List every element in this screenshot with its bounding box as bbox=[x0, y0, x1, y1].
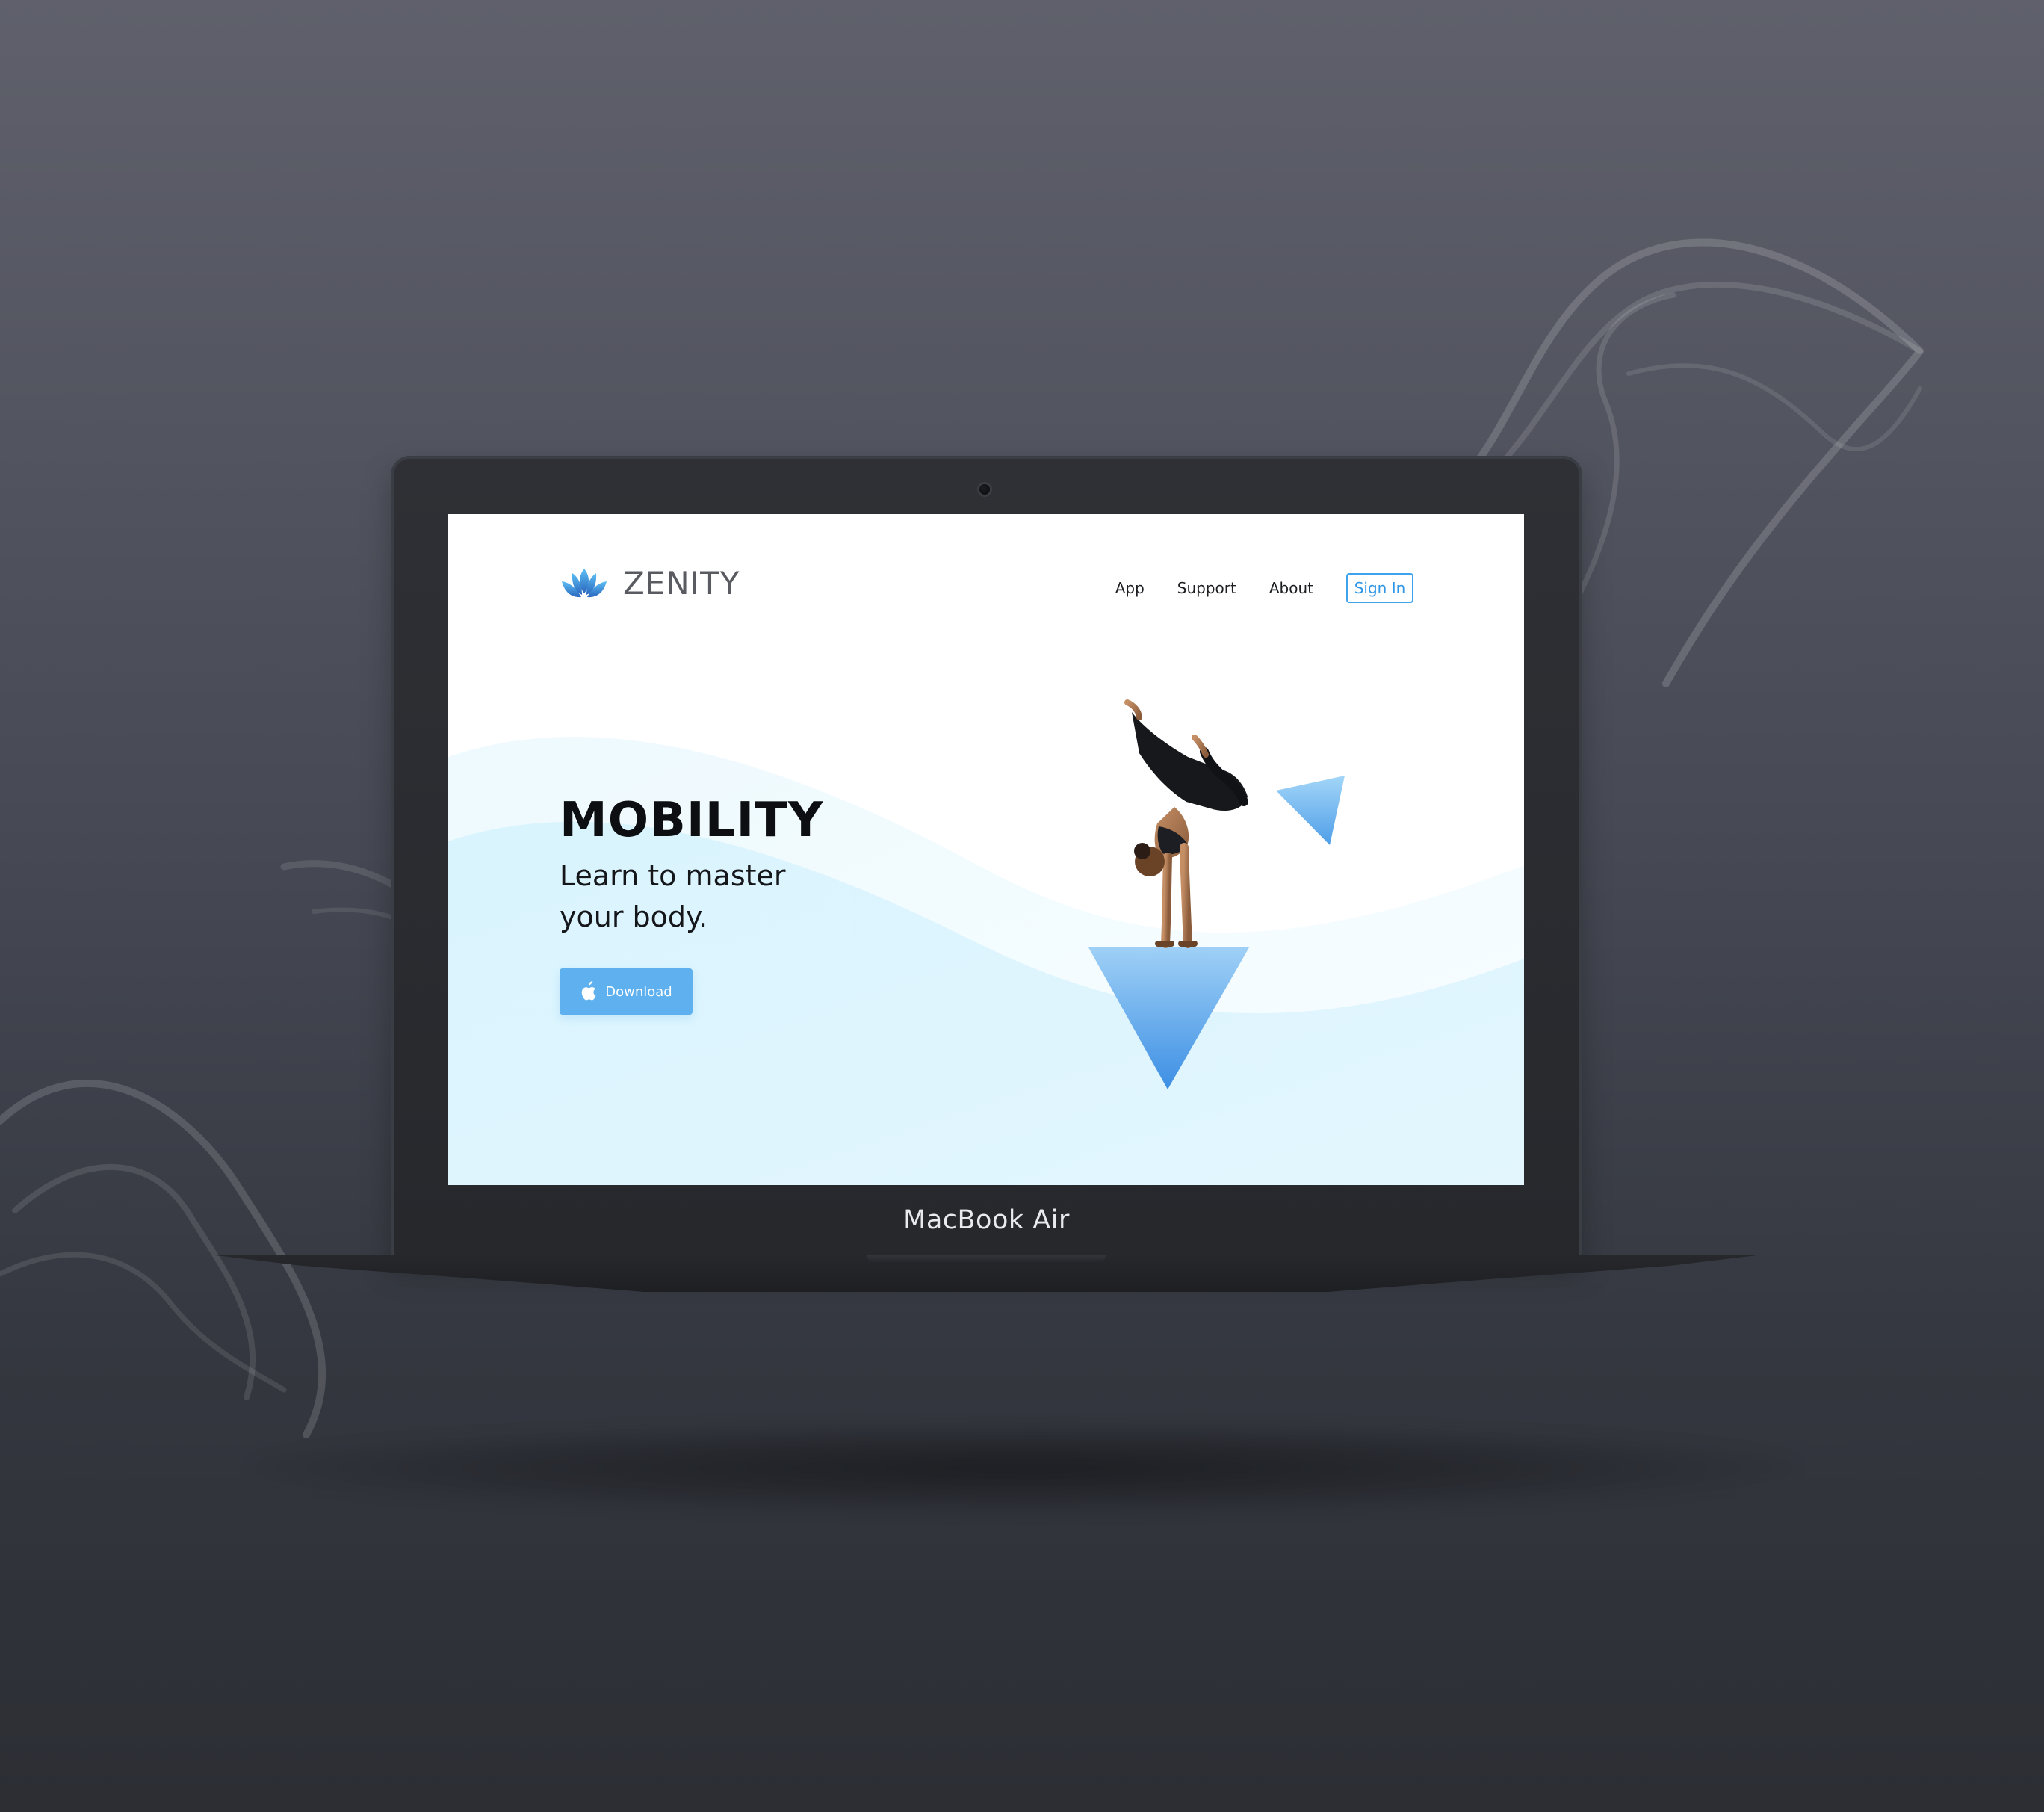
laptop-lid: ZENITY App Support About Sign In MOBILIT… bbox=[391, 456, 1582, 1259]
laptop-mockup: ZENITY App Support About Sign In MOBILIT… bbox=[209, 456, 1763, 1293]
device-label: MacBook Air bbox=[903, 1205, 1070, 1235]
hero-subtitle: Learn to master your body. bbox=[560, 856, 978, 938]
apple-icon bbox=[580, 981, 596, 1002]
download-button[interactable]: Download bbox=[560, 968, 693, 1015]
laptop-floor-shadow bbox=[247, 1423, 1800, 1513]
hero-title: MOBILITY bbox=[560, 793, 824, 848]
download-label: Download bbox=[605, 983, 672, 1000]
laptop-notch bbox=[867, 1255, 1106, 1264]
small-triangle bbox=[1276, 776, 1345, 845]
yogi-figure bbox=[1124, 699, 1248, 948]
camera-icon bbox=[979, 484, 990, 495]
large-triangle bbox=[1088, 947, 1249, 1089]
hero-subtitle-line-2: your body. bbox=[560, 900, 708, 934]
laptop-screen: ZENITY App Support About Sign In MOBILIT… bbox=[448, 514, 1524, 1185]
hero-section: MOBILITY Learn to master your body. Down… bbox=[560, 793, 978, 1015]
hero-subtitle-line-1: Learn to master bbox=[560, 859, 786, 893]
